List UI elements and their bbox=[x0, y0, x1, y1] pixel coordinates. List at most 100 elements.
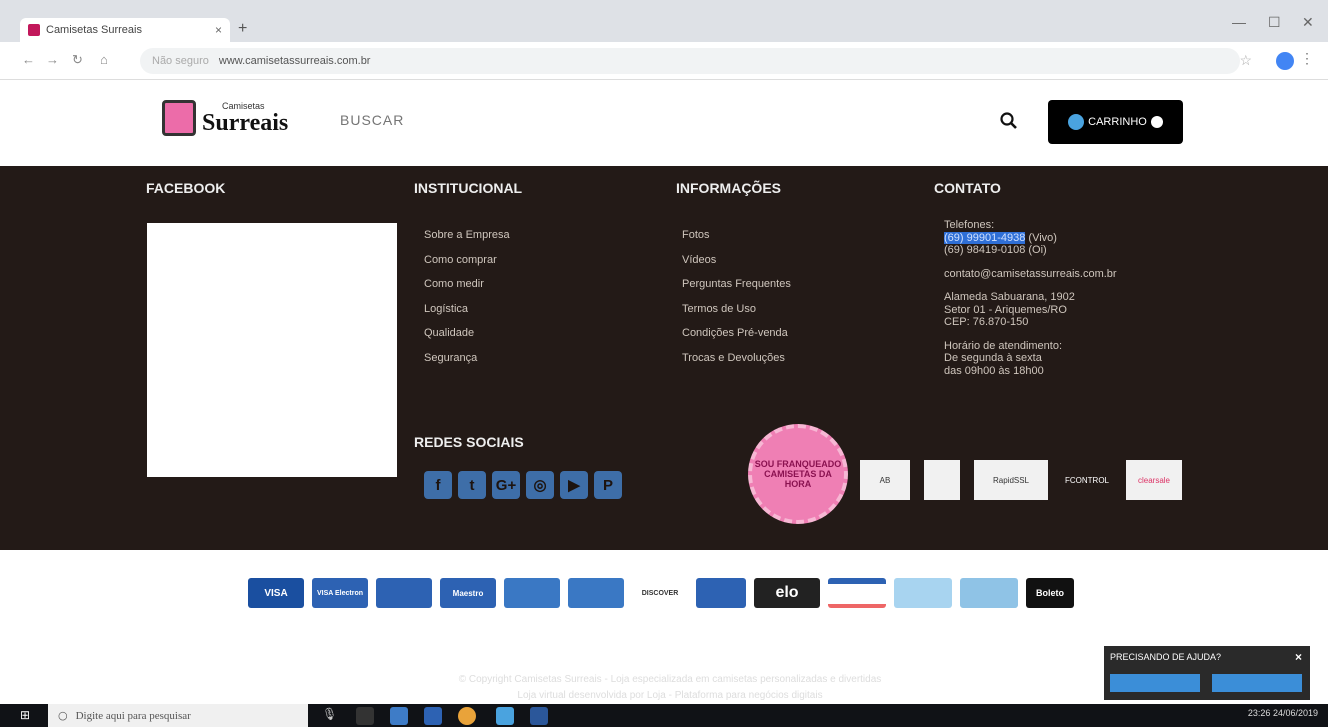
pagseguro-icon bbox=[894, 578, 952, 608]
telefones-label: Telefones: bbox=[944, 219, 995, 231]
windows-taskbar: ⊞ ○ Digite aqui para pesquisar 🎙 23:26 2… bbox=[0, 704, 1328, 727]
site-footer: FACEBOOK INSTITUCIONAL INFORMAÇÕES CONTA… bbox=[0, 166, 1328, 550]
home-icon[interactable]: ⌂ bbox=[100, 52, 108, 67]
forward-icon[interactable]: → bbox=[46, 52, 59, 67]
link-sobre[interactable]: Sobre a Empresa bbox=[424, 223, 510, 248]
link-logistica[interactable]: Logística bbox=[424, 297, 510, 322]
link-videos[interactable]: Vídeos bbox=[682, 248, 791, 273]
help-close-icon[interactable]: × bbox=[1295, 650, 1302, 664]
link-fotos[interactable]: Fotos bbox=[682, 223, 791, 248]
help-chat-button[interactable] bbox=[1212, 674, 1302, 692]
word-app-icon[interactable] bbox=[530, 707, 548, 725]
link-como-comprar[interactable]: Como comprar bbox=[424, 248, 510, 273]
phone-2[interactable]: (69) 98419-0108 (Oi) bbox=[944, 244, 1117, 257]
address-line-3: CEP: 76.870-150 bbox=[944, 316, 1029, 328]
informacoes-links: Fotos Vídeos Perguntas Frequentes Termos… bbox=[682, 223, 791, 370]
tab-close-icon[interactable]: × bbox=[215, 23, 222, 37]
badge-ab: AB bbox=[860, 460, 910, 500]
maximize-icon[interactable]: ☐ bbox=[1268, 14, 1281, 31]
link-faq[interactable]: Perguntas Frequentes bbox=[682, 272, 791, 297]
menu-kebab-icon[interactable]: ⋮ bbox=[1300, 50, 1314, 67]
url-bar[interactable]: Não seguro www.camisetassurreais.com.br bbox=[140, 48, 1240, 74]
chrome-app-icon[interactable] bbox=[458, 707, 476, 725]
contato-title: CONTATO bbox=[934, 180, 1001, 196]
informacoes-title: INFORMAÇÕES bbox=[676, 180, 781, 196]
taskbar-search[interactable]: ○ Digite aqui para pesquisar bbox=[48, 704, 308, 727]
badge-email-icon bbox=[924, 460, 960, 500]
google-plus-icon[interactable]: G+ bbox=[492, 471, 520, 499]
browser-tab-strip: Camisetas Surreais × + — ☐ ✕ bbox=[0, 0, 1328, 42]
search-icon[interactable] bbox=[1000, 112, 1018, 130]
cart-icon bbox=[1068, 114, 1085, 130]
search-input[interactable] bbox=[340, 112, 940, 128]
link-qualidade[interactable]: Qualidade bbox=[424, 321, 510, 346]
address-line-2: Setor 01 - Ariquemes/RO bbox=[944, 303, 1067, 316]
task-view-icon[interactable] bbox=[356, 707, 374, 725]
hours-line-1: De segunda à sexta bbox=[944, 352, 1042, 364]
not-secure-label: Não seguro bbox=[152, 55, 209, 67]
help-email-button[interactable] bbox=[1110, 674, 1200, 692]
twitter-icon[interactable]: t bbox=[458, 471, 486, 499]
aura-icon bbox=[828, 578, 886, 608]
badge-rapidssl: RapidSSL bbox=[974, 460, 1048, 500]
elo-icon: elo bbox=[754, 578, 820, 608]
instagram-icon[interactable]: ◎ bbox=[526, 471, 554, 499]
powered-by-line[interactable]: Loja virtual desenvolvida por Loja - Pla… bbox=[380, 688, 960, 704]
hours-line-2: das 09h00 às 18h00 bbox=[944, 364, 1044, 377]
pinterest-icon[interactable]: P bbox=[594, 471, 622, 499]
facebook-icon[interactable]: f bbox=[424, 471, 452, 499]
cart-count-badge bbox=[1150, 116, 1163, 128]
back-icon[interactable]: ← bbox=[22, 52, 35, 67]
hipercard-icon bbox=[504, 578, 560, 608]
help-widget: PRECISANDO DE AJUDA? × bbox=[1104, 646, 1310, 700]
hours-title: Horário de atendimento: bbox=[944, 339, 1063, 352]
windows-start-icon[interactable]: ⊞ bbox=[20, 708, 30, 722]
url-text: www.camisetassurreais.com.br bbox=[218, 55, 371, 67]
copyright-line: © Copyright Camisetas Surreais - Loja es… bbox=[458, 674, 882, 685]
files-app-icon[interactable] bbox=[424, 707, 442, 725]
institucional-links: Sobre a Empresa Como comprar Como medir … bbox=[424, 223, 510, 370]
link-trocas[interactable]: Trocas e Devoluções bbox=[682, 346, 791, 371]
profile-avatar[interactable] bbox=[1276, 52, 1294, 70]
bookmark-star-icon[interactable]: ☆ bbox=[1239, 52, 1252, 69]
link-termos[interactable]: Termos de Uso bbox=[682, 297, 791, 322]
cart-label: CARRINHO bbox=[1088, 116, 1147, 128]
badge-clearsale: clearsale bbox=[1126, 460, 1182, 500]
taskbar-search-text: Digite aqui para pesquisar bbox=[75, 709, 191, 722]
site-logo[interactable]: Camisetas Surreais bbox=[162, 100, 288, 136]
store-app-icon[interactable] bbox=[496, 707, 514, 725]
browser-tab[interactable]: Camisetas Surreais × bbox=[20, 18, 230, 42]
phone-1-suffix: (Vivo) bbox=[1025, 231, 1057, 244]
copyright-text: © Copyright Camisetas Surreais - Loja es… bbox=[380, 672, 960, 704]
mastercard-icon bbox=[376, 578, 432, 608]
boleto-icon: Boleto bbox=[1026, 578, 1074, 608]
security-badges: AB RapidSSL FCONTROL clearsale bbox=[860, 460, 1182, 500]
photos-app-icon[interactable] bbox=[390, 707, 408, 725]
cart-button[interactable]: CARRINHO bbox=[1048, 100, 1183, 144]
minimize-icon[interactable]: — bbox=[1232, 14, 1246, 30]
payment-methods: VISA VISA Electron Maestro DISCOVER elo … bbox=[248, 578, 1074, 608]
favicon-icon bbox=[28, 24, 40, 36]
facebook-widget[interactable] bbox=[147, 223, 397, 477]
reload-icon[interactable]: ↻ bbox=[72, 52, 83, 68]
youtube-icon[interactable]: ▶ bbox=[560, 471, 588, 499]
tab-title: Camisetas Surreais bbox=[46, 24, 142, 36]
window-close-icon[interactable]: ✕ bbox=[1302, 14, 1314, 31]
site-header: Camisetas Surreais CARRINHO bbox=[0, 80, 1328, 166]
diners-icon bbox=[568, 578, 624, 608]
microphone-icon[interactable]: 🎙 bbox=[322, 707, 340, 725]
new-tab-button[interactable]: + bbox=[238, 20, 247, 38]
email-link[interactable]: contato@camisetassurreais.com.br bbox=[944, 268, 1117, 281]
visa-electron-icon: VISA Electron bbox=[312, 578, 368, 608]
visa-icon: VISA bbox=[248, 578, 304, 608]
system-tray[interactable]: 23:26 24/06/2019 bbox=[1248, 708, 1318, 718]
link-seguranca[interactable]: Segurança bbox=[424, 346, 510, 371]
link-pre-venda[interactable]: Condições Pré-venda bbox=[682, 321, 791, 346]
deposito-icon bbox=[960, 578, 1018, 608]
address-line-1: Alameda Sabuarana, 1902 bbox=[944, 291, 1075, 303]
redes-sociais-title: REDES SOCIAIS bbox=[414, 434, 524, 450]
link-como-medir[interactable]: Como medir bbox=[424, 272, 510, 297]
facebook-title: FACEBOOK bbox=[146, 180, 226, 196]
phone-1[interactable]: (69) 99901-4938 bbox=[944, 231, 1026, 244]
institucional-title: INSTITUCIONAL bbox=[414, 180, 523, 196]
